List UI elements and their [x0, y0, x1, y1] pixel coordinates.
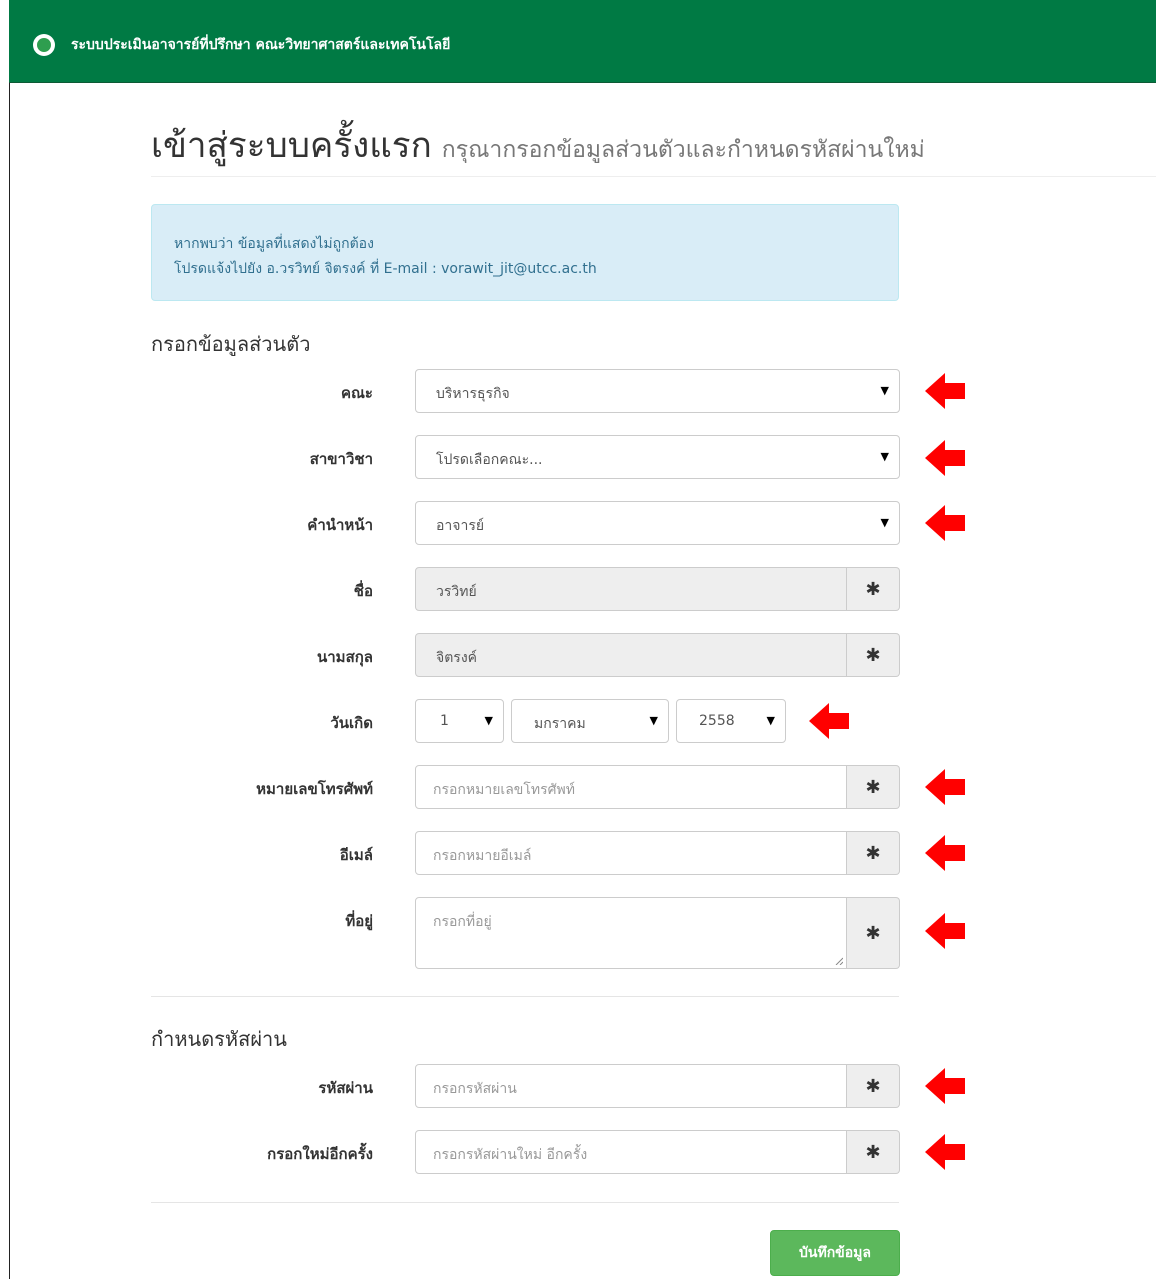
resize-grip-icon[interactable] — [835, 957, 843, 965]
firstname-label: ชื่อ — [353, 582, 373, 600]
prefix-label: คำนำหน้า — [307, 516, 373, 534]
red-arrow-icon — [925, 1134, 965, 1170]
page-header: เข้าสู่ระบบครั้งแรก กรุณากรอกข้อมูลส่วนตั… — [151, 118, 925, 173]
red-arrow-icon — [809, 703, 849, 739]
password-placeholder: กรอกรหัสผ่าน — [433, 1081, 517, 1097]
birth-year-select[interactable]: 2558 ▼ — [676, 699, 786, 743]
info-alert: หากพบว่า ข้อมูลที่แสดงไม่ถูกต้อง โปรดแจ้… — [151, 204, 899, 301]
red-arrow-icon — [925, 505, 965, 541]
red-arrow-icon — [925, 835, 965, 871]
asterisk-icon: ✱ — [847, 765, 900, 809]
caret-down-icon: ▼ — [484, 714, 493, 727]
phone-label: หมายเลขโทรศัพท์ — [256, 780, 373, 798]
firstname-value: วรวิทย์ — [436, 584, 477, 600]
section-divider — [151, 996, 899, 997]
faculty-label: คณะ — [340, 384, 373, 402]
page-subtitle: กรุณากรอกข้อมูลส่วนตัวและกำหนดรหัสผ่านให… — [441, 137, 925, 163]
alert-line-1: หากพบว่า ข้อมูลที่แสดงไม่ถูกต้อง — [174, 236, 374, 252]
phone-input[interactable]: กรอกหมายเลขโทรศัพท์ — [415, 765, 847, 809]
caret-down-icon: ▼ — [766, 714, 775, 727]
red-arrow-icon — [925, 440, 965, 476]
firstname-input[interactable]: วรวิทย์ — [415, 567, 847, 611]
birth-month-value: มกราคม — [534, 716, 586, 732]
major-select-value: โปรดเลือกคณะ... — [436, 452, 543, 468]
page-title: เข้าสู่ระบบครั้งแรก — [151, 126, 432, 166]
asterisk-icon: ✱ — [847, 897, 900, 969]
caret-down-icon: ▼ — [880, 450, 889, 463]
birth-day-value: 1 — [440, 713, 449, 729]
asterisk-icon: ✱ — [847, 1064, 900, 1108]
birth-month-select[interactable]: มกราคม ▼ — [511, 699, 669, 743]
email-label: อีเมล์ — [339, 846, 373, 864]
confirm-password-placeholder: กรอกรหัสผ่านใหม่ อีกครั้ง — [433, 1147, 588, 1163]
email-placeholder: กรอกหมายอีเมล์ — [433, 848, 532, 864]
password-input[interactable]: กรอกรหัสผ่าน — [415, 1064, 847, 1108]
red-arrow-icon — [925, 769, 965, 805]
caret-down-icon: ▼ — [649, 714, 658, 727]
asterisk-icon: ✱ — [847, 633, 900, 677]
logo-icon — [33, 34, 55, 56]
address-placeholder: กรอกที่อยู่ — [433, 914, 492, 930]
asterisk-icon: ✱ — [847, 567, 900, 611]
faculty-select-value: บริหารธุรกิจ — [436, 386, 510, 402]
phone-placeholder: กรอกหมายเลขโทรศัพท์ — [433, 782, 575, 798]
navbar-title[interactable]: ระบบประเมินอาจารย์ที่ปรึกษา คณะวิทยาศาสต… — [71, 34, 450, 56]
caret-down-icon: ▼ — [880, 516, 889, 529]
red-arrow-icon — [925, 913, 965, 949]
asterisk-icon: ✱ — [847, 1130, 900, 1174]
caret-down-icon: ▼ — [880, 384, 889, 397]
header-divider — [151, 176, 1156, 177]
asterisk-icon: ✱ — [847, 831, 900, 875]
email-input[interactable]: กรอกหมายอีเมล์ — [415, 831, 847, 875]
form-divider — [151, 1202, 899, 1203]
password-label: รหัสผ่าน — [318, 1079, 373, 1097]
faculty-select[interactable]: บริหารธุรกิจ ▼ — [415, 369, 900, 413]
personal-section-heading: กรอกข้อมูลส่วนตัว — [151, 332, 311, 356]
birth-year-value: 2558 — [699, 713, 735, 729]
confirm-password-label: กรอกใหม่อีกครั้ง — [267, 1145, 373, 1163]
prefix-select-value: อาจารย์ — [436, 518, 485, 534]
confirm-password-input[interactable]: กรอกรหัสผ่านใหม่ อีกครั้ง — [415, 1130, 847, 1174]
save-button[interactable]: บันทึกข้อมูล — [770, 1230, 900, 1276]
major-select[interactable]: โปรดเลือกคณะ... ▼ — [415, 435, 900, 479]
major-label: สาขาวิชา — [309, 450, 373, 468]
red-arrow-icon — [925, 373, 965, 409]
lastname-value: จิตรงค์ — [436, 650, 478, 666]
birth-day-select[interactable]: 1 ▼ — [415, 699, 504, 743]
password-section-heading: กำหนดรหัสผ่าน — [151, 1027, 287, 1051]
lastname-input[interactable]: จิตรงค์ — [415, 633, 847, 677]
alert-line-2: โปรดแจ้งไปยัง อ.วรวิทย์ จิตรงค์ ที่ E-ma… — [174, 261, 597, 277]
top-navbar: ระบบประเมินอาจารย์ที่ปรึกษา คณะวิทยาศาสต… — [9, 0, 1156, 83]
red-arrow-icon — [925, 1068, 965, 1104]
address-textarea[interactable]: กรอกที่อยู่ — [415, 897, 847, 969]
prefix-select[interactable]: อาจารย์ ▼ — [415, 501, 900, 545]
lastname-label: นามสกุล — [317, 648, 373, 666]
birthdate-label: วันเกิด — [330, 714, 373, 732]
address-label: ที่อยู่ — [345, 912, 373, 930]
